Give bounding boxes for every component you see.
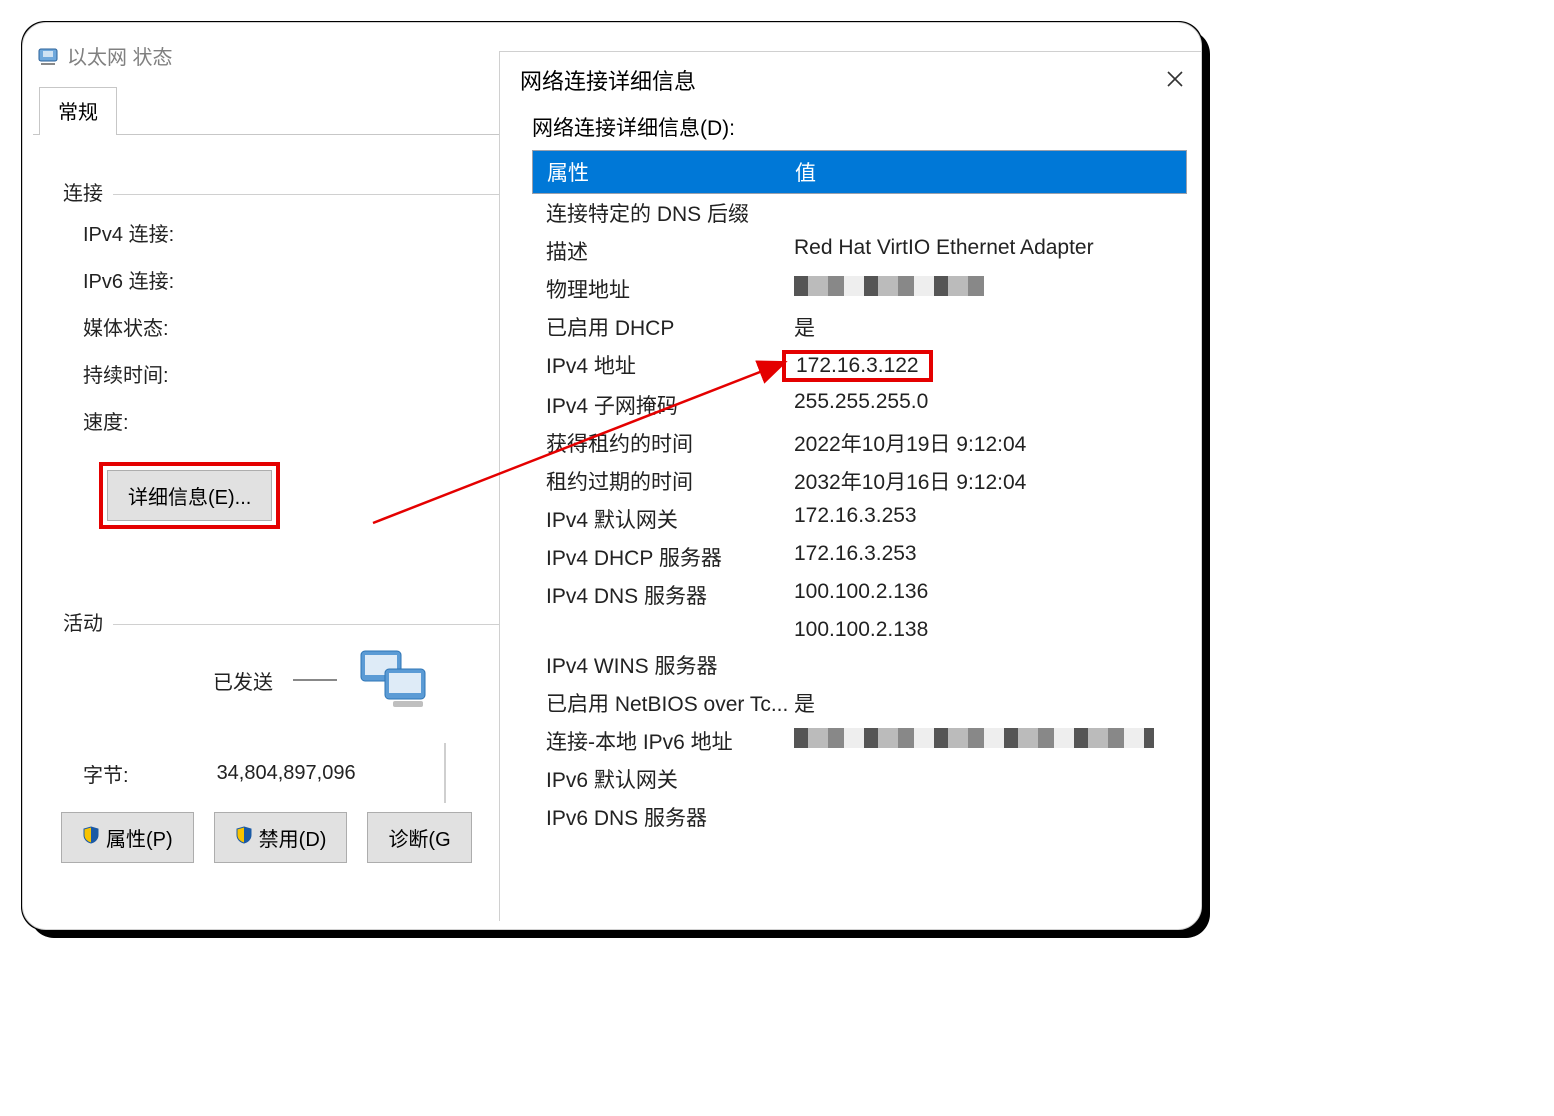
property-cell: 物理地址: [546, 274, 794, 304]
table-row[interactable]: IPv4 DHCP 服务器172.16.3.253: [532, 538, 1187, 576]
table-row[interactable]: 已启用 DHCP是: [532, 308, 1187, 346]
label-ipv6-conn: IPv6 连接:: [83, 265, 283, 294]
table-row[interactable]: IPv4 默认网关172.16.3.253: [532, 500, 1187, 538]
close-button[interactable]: [1161, 65, 1189, 96]
value-cell: 2022年10月19日 9:12:04: [794, 428, 1187, 458]
property-cell: IPv4 默认网关: [546, 504, 794, 534]
table-row[interactable]: 租约过期的时间2032年10月16日 9:12:04: [532, 462, 1187, 500]
value-cell: [794, 802, 1187, 832]
table-row[interactable]: IPv4 DNS 服务器100.100.2.136: [532, 576, 1187, 614]
details-dialog-title: 网络连接详细信息: [520, 64, 696, 96]
value-cell: 100.100.2.138: [794, 618, 1187, 642]
table-row[interactable]: IPv6 默认网关: [532, 760, 1187, 798]
details-table-body: 连接特定的 DNS 后缀描述Red Hat VirtIO Ethernet Ad…: [532, 194, 1187, 836]
property-cell: 已启用 DHCP: [546, 312, 794, 342]
table-row[interactable]: IPv6 DNS 服务器: [532, 798, 1187, 836]
value-cell: 172.16.3.122: [794, 350, 1187, 382]
dash-left: [293, 679, 337, 681]
close-icon: [1165, 77, 1185, 92]
property-cell: IPv4 DNS 服务器: [546, 580, 794, 610]
value-cell: [794, 650, 1187, 680]
table-row[interactable]: IPv4 地址172.16.3.122: [532, 346, 1187, 386]
value-cell: Red Hat VirtIO Ethernet Adapter: [794, 236, 1187, 266]
value-cell: 100.100.2.136: [794, 580, 1187, 610]
property-cell: IPv6 默认网关: [546, 764, 794, 794]
label-media-state: 媒体状态:: [83, 312, 283, 341]
table-row[interactable]: IPv4 子网掩码255.255.255.0: [532, 386, 1187, 424]
value-cell: 2032年10月16日 9:12:04: [794, 466, 1187, 496]
property-cell: [546, 618, 794, 642]
bytes-sent-value: 34,804,897,096: [217, 762, 356, 785]
table-row[interactable]: 描述Red Hat VirtIO Ethernet Adapter: [532, 232, 1187, 270]
property-cell: IPv6 DNS 服务器: [546, 802, 794, 832]
value-cell: 是: [794, 688, 1187, 718]
table-row[interactable]: 连接-本地 IPv6 地址: [532, 722, 1187, 760]
property-cell: IPv4 地址: [546, 350, 794, 382]
value-cell: [794, 274, 1187, 304]
label-ipv4-conn: IPv4 连接:: [83, 218, 283, 247]
value-cell: [794, 198, 1187, 228]
col-header-property[interactable]: 属性: [547, 157, 795, 187]
value-cell: 172.16.3.253: [794, 542, 1187, 572]
tab-general[interactable]: 常规: [39, 87, 117, 135]
value-cell: [794, 726, 1187, 756]
highlighted-ip-value: 172.16.3.122: [782, 350, 933, 382]
table-row[interactable]: 已启用 NetBIOS over Tc...是: [532, 684, 1187, 722]
disable-button[interactable]: 禁用(D): [214, 812, 348, 863]
property-cell: 连接特定的 DNS 后缀: [546, 198, 794, 228]
table-row[interactable]: 物理地址: [532, 270, 1187, 308]
properties-button[interactable]: 属性(P): [61, 812, 194, 863]
property-cell: IPv4 WINS 服务器: [546, 650, 794, 680]
table-row[interactable]: 100.100.2.138: [532, 614, 1187, 646]
table-row[interactable]: IPv4 WINS 服务器: [532, 646, 1187, 684]
redacted-value: [794, 276, 984, 296]
property-cell: 描述: [546, 236, 794, 266]
details-subtitle: 网络连接详细信息(D):: [532, 112, 1187, 142]
redacted-value: [794, 728, 1154, 748]
property-cell: 租约过期的时间: [546, 466, 794, 496]
shield-icon: [82, 826, 100, 850]
details-titlebar: 网络连接详细信息: [500, 52, 1202, 108]
value-cell: 是: [794, 312, 1187, 342]
network-adapter-icon: [37, 45, 59, 67]
disable-button-label: 禁用(D): [259, 823, 327, 852]
label-speed: 速度:: [83, 406, 283, 435]
diagnose-button-label: 诊断(G: [388, 823, 450, 852]
value-cell: [794, 764, 1187, 794]
screenshot-frame: 以太网 状态 常规 连接 IPv4 连接: IPv6 连接: 媒体状态: 持续时…: [22, 22, 1202, 930]
property-cell: 已启用 NetBIOS over Tc...: [546, 688, 794, 718]
property-cell: IPv4 DHCP 服务器: [546, 542, 794, 572]
value-cell: 255.255.255.0: [794, 390, 1187, 420]
col-header-value[interactable]: 值: [795, 157, 1186, 187]
connection-details-dialog: 网络连接详细信息 网络连接详细信息(D): 属性 值 连接特定的 DNS 后缀描…: [499, 51, 1202, 921]
properties-button-label: 属性(P): [106, 823, 173, 852]
sent-label: 已发送: [213, 666, 273, 695]
property-cell: IPv4 子网掩码: [546, 390, 794, 420]
table-row[interactable]: 连接特定的 DNS 后缀: [532, 194, 1187, 232]
property-cell: 获得租约的时间: [546, 428, 794, 458]
vertical-separator: [444, 743, 446, 803]
shield-icon: [235, 826, 253, 850]
status-window-title: 以太网 状态: [67, 41, 173, 70]
label-duration: 持续时间:: [83, 359, 283, 388]
details-table-header: 属性 值: [532, 150, 1187, 194]
computers-network-icon: [357, 647, 433, 713]
details-button-highlight: 详细信息(E)...: [99, 462, 280, 529]
status-bottom-buttons: 属性(P) 禁用(D) 诊断(G: [61, 812, 472, 863]
table-row[interactable]: 获得租约的时间2022年10月19日 9:12:04: [532, 424, 1187, 462]
property-cell: 连接-本地 IPv6 地址: [546, 726, 794, 756]
diagnose-button[interactable]: 诊断(G: [367, 812, 471, 863]
details-button[interactable]: 详细信息(E)...: [107, 470, 272, 521]
value-cell: 172.16.3.253: [794, 504, 1187, 534]
bytes-label: 字节:: [83, 759, 129, 788]
